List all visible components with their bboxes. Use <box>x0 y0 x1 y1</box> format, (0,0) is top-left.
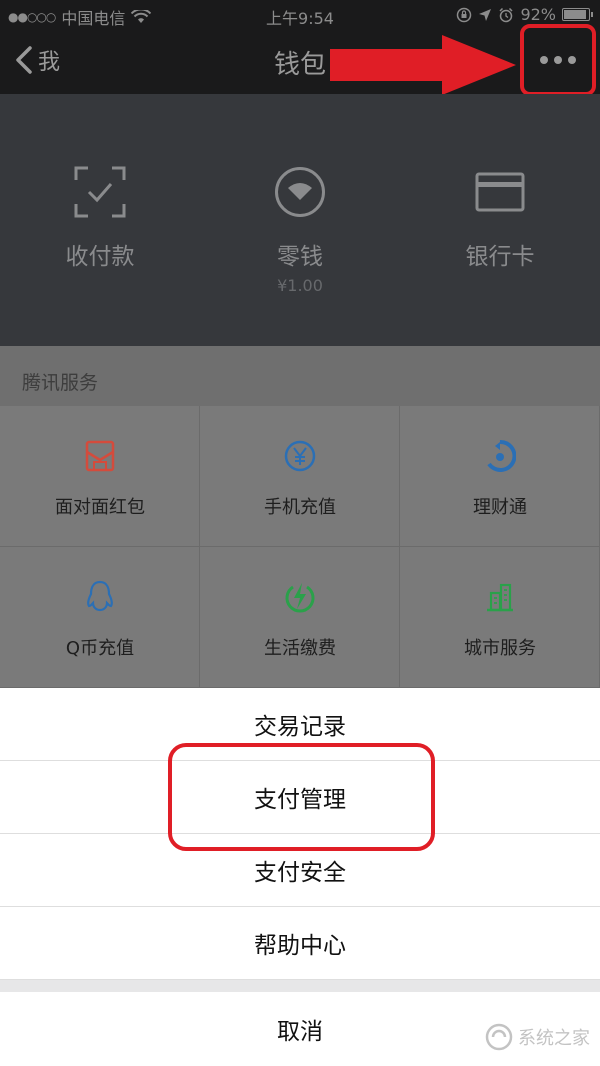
service-label: Q币充值 <box>65 638 135 659</box>
service-label: 手机充值 <box>264 497 336 518</box>
location-icon <box>479 8 492 21</box>
lightning-icon <box>285 583 315 613</box>
service-red-packet[interactable]: 面对面红包 <box>0 406 200 547</box>
battery-percent: 92% <box>520 5 556 24</box>
rotation-lock-icon <box>457 7 472 22</box>
bank-card-icon <box>475 172 525 212</box>
more-dot <box>540 56 548 64</box>
service-label: 生活缴费 <box>264 638 336 659</box>
wallet-item-receive-pay[interactable]: 收付款 <box>0 94 200 346</box>
service-q-coin[interactable]: Q币充值 <box>0 547 200 688</box>
service-label: 城市服务 <box>464 638 536 659</box>
sheet-item-help-center[interactable]: 帮助中心 <box>0 907 600 980</box>
wallet-item-bank-card[interactable]: 银行卡 <box>400 94 600 346</box>
wallet-label: 零钱 <box>277 244 323 270</box>
service-label: 理财通 <box>473 497 527 518</box>
services-grid: 面对面红包 手机充值 理财通 Q币充值 生活缴费 城市服务 <box>0 406 600 688</box>
wallet-label: 收付款 <box>65 244 135 270</box>
wallet-item-change[interactable]: 零钱 ¥1.00 <box>200 94 400 346</box>
more-button[interactable] <box>520 24 596 96</box>
yuan-circle-icon <box>284 440 316 472</box>
status-bar: ●●○○○ 中国电信 上午9:54 92% <box>0 0 600 30</box>
wallet-panel: 收付款 零钱 ¥1.00 银行卡 <box>0 94 600 346</box>
alarm-icon <box>499 7 513 22</box>
watermark-logo-icon <box>485 1023 513 1051</box>
more-dot <box>554 56 562 64</box>
penguin-icon <box>87 580 113 612</box>
scan-pay-icon <box>74 166 126 218</box>
service-licaitong[interactable]: 理财通 <box>400 406 600 547</box>
annotation-highlight-box <box>168 743 435 851</box>
wallet-label: 银行卡 <box>465 244 535 270</box>
more-dot <box>568 56 576 64</box>
service-city[interactable]: 城市服务 <box>400 547 600 688</box>
city-icon <box>487 583 513 612</box>
watermark-text: 系统之家 <box>518 1028 590 1049</box>
services-header: 腾讯服务 <box>0 346 600 406</box>
licaitong-icon <box>487 439 516 472</box>
service-label: 面对面红包 <box>55 497 145 518</box>
annotation-arrow-icon <box>330 35 516 95</box>
change-icon <box>275 167 325 217</box>
change-balance: ¥1.00 <box>277 276 323 295</box>
service-mobile-topup[interactable]: 手机充值 <box>200 406 400 547</box>
service-utilities[interactable]: 生活缴费 <box>200 547 400 688</box>
battery-icon <box>562 8 593 21</box>
red-packet-icon <box>85 440 115 472</box>
watermark: 系统之家 <box>484 1022 590 1052</box>
